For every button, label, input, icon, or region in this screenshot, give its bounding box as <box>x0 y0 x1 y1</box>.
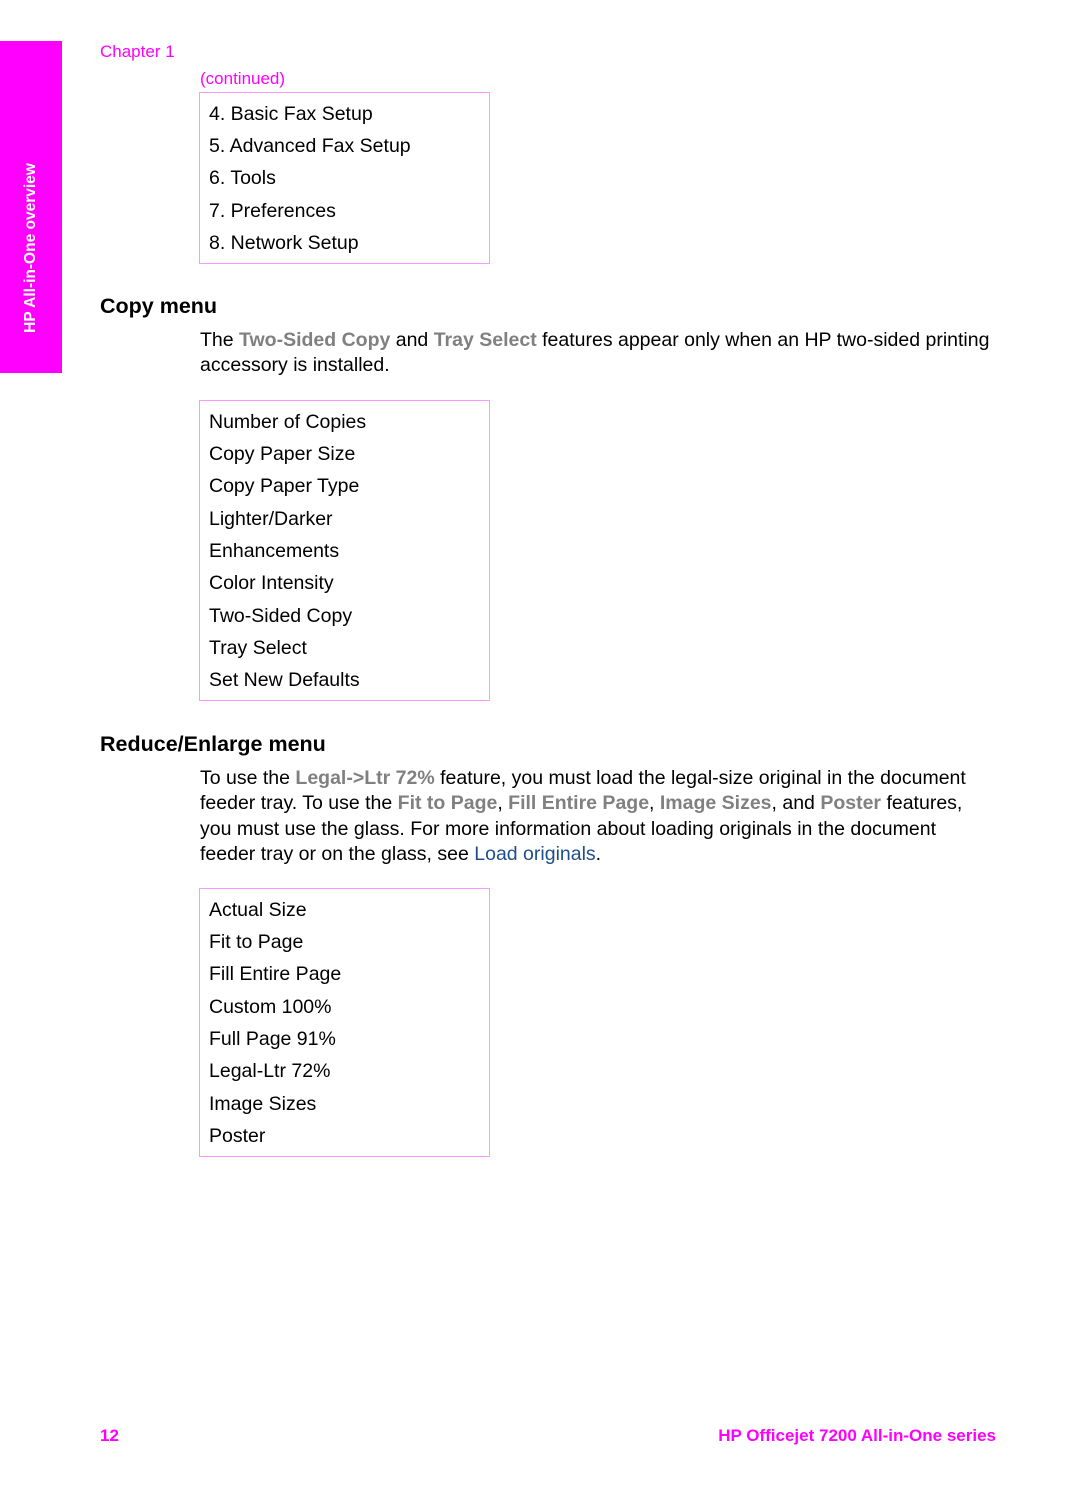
ui-term: Two-Sided Copy <box>239 329 391 351</box>
copy-menu-heading: Copy menu <box>100 294 218 318</box>
copy-menu-description: The Two-Sided Copy and Tray Select featu… <box>200 328 990 379</box>
load-originals-link[interactable]: Load originals <box>474 843 595 865</box>
ui-term: Legal->Ltr 72% <box>295 767 435 789</box>
menu-item: Poster <box>209 1125 266 1147</box>
menu-item: Fill Entire Page <box>209 963 342 985</box>
menu-item: Image Sizes <box>209 1093 317 1115</box>
menu-item: Set New Defaults <box>209 669 360 691</box>
text: To use the <box>200 767 296 789</box>
reduce-enlarge-menu-box: Actual Size Fit to Page Fill Entire Page… <box>199 888 490 1157</box>
fax-menu-box: 4. Basic Fax Setup 5. Advanced Fax Setup… <box>199 92 490 264</box>
menu-item: 5. Advanced Fax Setup <box>209 135 411 157</box>
ui-term: Fill Entire Page <box>508 792 650 815</box>
reduce-enlarge-menu-heading: Reduce/Enlarge menu <box>100 732 326 756</box>
text: , and <box>771 792 821 815</box>
side-tab-label: HP All-in-One overview <box>22 163 39 333</box>
text: , <box>497 792 509 815</box>
menu-item: Number of Copies <box>209 411 367 433</box>
text: and <box>390 329 434 351</box>
menu-item: Full Page 91% <box>209 1028 336 1050</box>
menu-item: 8. Network Setup <box>209 232 359 254</box>
text: The <box>200 329 240 351</box>
ui-term: Image Sizes <box>659 792 772 815</box>
ui-term: Poster <box>820 792 882 815</box>
ui-term: Fit to Page <box>397 792 498 815</box>
menu-item: Copy Paper Type <box>209 475 360 497</box>
ui-term: Tray Select <box>433 329 537 351</box>
menu-item: Color Intensity <box>209 572 334 594</box>
text: , <box>649 792 660 815</box>
chapter-label: Chapter 1 <box>100 42 175 61</box>
menu-item: Custom 100% <box>209 996 332 1018</box>
section-side-tab: HP All-in-One overview <box>0 41 62 373</box>
text: . <box>595 842 602 865</box>
menu-item: Lighter/Darker <box>209 508 333 530</box>
menu-item: 7. Preferences <box>209 200 336 222</box>
menu-item: Fit to Page <box>209 931 304 953</box>
page-number: 12 <box>100 1426 119 1445</box>
continued-label: (continued) <box>200 69 286 88</box>
menu-item: Actual Size <box>209 899 307 921</box>
menu-item: Legal-Ltr 72% <box>209 1060 331 1082</box>
menu-item: 6. Tools <box>209 167 276 189</box>
menu-item: Tray Select <box>209 637 307 659</box>
menu-item: 4. Basic Fax Setup <box>209 103 373 125</box>
product-title: HP Officejet 7200 All-in-One series <box>718 1426 996 1445</box>
reduce-enlarge-description: To use the Legal->Ltr 72% feature, you m… <box>200 766 990 867</box>
menu-item: Copy Paper Size <box>209 443 356 465</box>
copy-menu-box: Number of Copies Copy Paper Size Copy Pa… <box>199 400 490 701</box>
menu-item: Two-Sided Copy <box>209 605 353 627</box>
menu-item: Enhancements <box>209 540 340 562</box>
